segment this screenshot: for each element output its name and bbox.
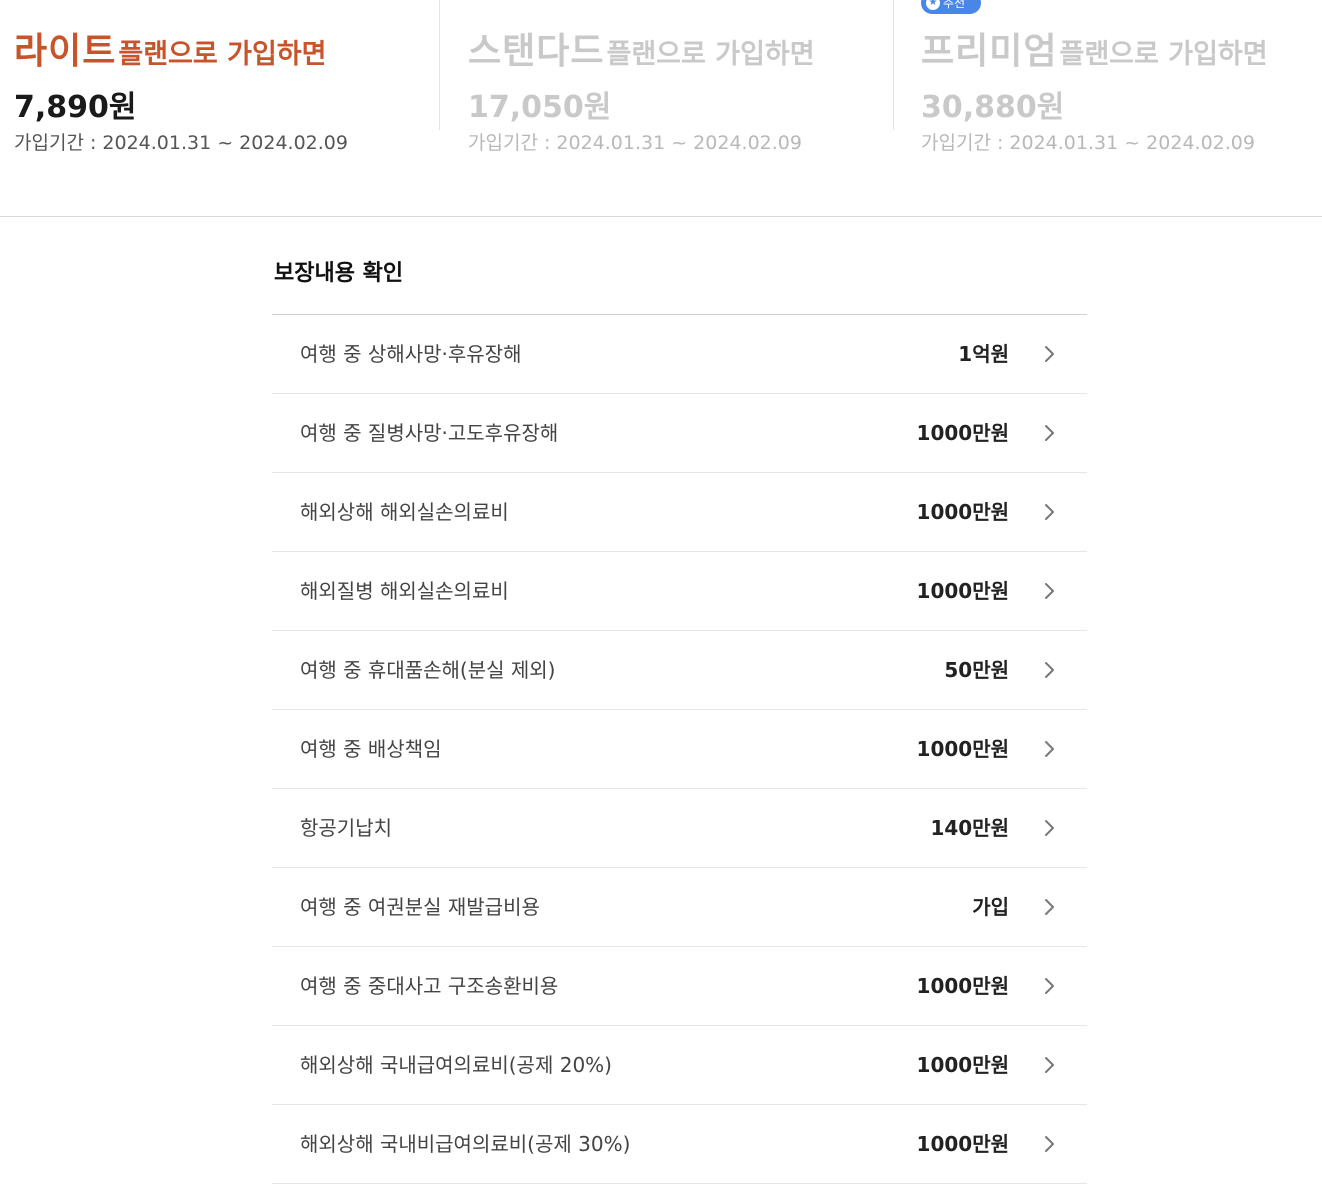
coverage-amount: 1000만원 [916,1132,1009,1156]
coverage-row[interactable]: 해외질병 해외실손의료비 1000만원 [272,552,1087,631]
coverage-label: 해외상해 해외실손의료비 [300,500,509,524]
plan-name: 스탠다드 [468,31,605,72]
coverage-label: 여행 중 질병사망·고도후유장해 [300,421,559,445]
coverage-row[interactable]: 여행 중 여권분실 재발급비용 가입 [272,868,1087,947]
chevron-right-icon [1045,662,1054,678]
plan-period: 가입기간 : 2024.01.31 ~ 2024.02.09 [468,132,802,154]
coverage-amount: 140만원 [930,816,1009,840]
plan-premium[interactable]: ★ 추천 프리미엄플랜으로 가입하면 30,880원 가입기간 : 2024.01… [921,0,1321,154]
coverage-amount: 1000만원 [916,974,1009,998]
coverage-row[interactable]: 여행 중 중대사고 구조송환비용 1000만원 [272,947,1087,1026]
chevron-right-icon [1045,1057,1054,1073]
coverage-list: 여행 중 상해사망·후유장해 1억원 여행 중 질병사망·고도후유장해 1000만원 해… [272,314,1087,1184]
plan-suffix: 플랜으로 가입하면 [606,39,815,70]
coverage-row[interactable]: 해외상해 국내비급여의료비(공제 30%) 1000만원 [272,1105,1087,1184]
plan-lite-heading: 라이트플랜으로 가입하면 [14,22,327,74]
coverage-label: 해외질병 해외실손의료비 [300,579,509,603]
plan-suffix: 플랜으로 가입하면 [118,39,327,70]
chevron-right-icon [1045,820,1054,836]
plan-standard[interactable]: 스탠다드플랜으로 가입하면 17,050원 가입기간 : 2024.01.31 … [468,0,888,154]
plan-lite[interactable]: 라이트플랜으로 가입하면 7,890원 가입기간 : 2024.01.31 ~ … [14,0,434,154]
chevron-right-icon [1045,899,1054,915]
plan-selector: 라이트플랜으로 가입하면 7,890원 가입기간 : 2024.01.31 ~ … [0,0,1322,217]
chevron-right-icon [1045,1136,1054,1152]
coverage-label: 항공기납치 [300,816,392,840]
coverage-row[interactable]: 여행 중 상해사망·후유장해 1억원 [272,315,1087,394]
coverage-amount: 1000만원 [916,1053,1009,1077]
chevron-right-icon [1045,978,1054,994]
coverage-row[interactable]: 해외상해 국내급여의료비(공제 20%) 1000만원 [272,1026,1087,1105]
plan-divider [893,0,894,130]
coverage-amount: 1000만원 [916,579,1009,603]
chevron-right-icon [1045,504,1054,520]
chevron-right-icon [1045,425,1054,441]
coverage-row[interactable]: 여행 중 질병사망·고도후유장해 1000만원 [272,394,1087,473]
plan-suffix: 플랜으로 가입하면 [1059,39,1268,70]
coverage-amount: 1억원 [958,342,1009,366]
coverage-row[interactable]: 여행 중 휴대품손해(분실 제외) 50만원 [272,631,1087,710]
coverage-label: 여행 중 여권분실 재발급비용 [300,895,540,919]
plan-price: 7,890원 [14,90,137,125]
coverage-label: 여행 중 휴대품손해(분실 제외) [300,658,556,682]
coverage-label: 해외상해 국내비급여의료비(공제 30%) [300,1132,631,1156]
section-title: 보장내용 확인 [274,261,404,286]
chevron-right-icon [1045,741,1054,757]
coverage-amount: 1000만원 [916,500,1009,524]
plan-price: 17,050원 [468,90,612,125]
coverage-label: 여행 중 상해사망·후유장해 [300,342,522,366]
coverage-label: 여행 중 중대사고 구조송환비용 [300,974,559,998]
plan-name: 라이트 [14,31,117,72]
chevron-right-icon [1045,346,1054,362]
plan-period: 가입기간 : 2024.01.31 ~ 2024.02.09 [921,132,1255,154]
plan-period: 가입기간 : 2024.01.31 ~ 2024.02.09 [14,132,348,154]
coverage-label: 해외상해 국내급여의료비(공제 20%) [300,1053,612,1077]
recommended-badge: ★ 추천 [921,0,981,14]
coverage-row[interactable]: 해외상해 해외실손의료비 1000만원 [272,473,1087,552]
coverage-label: 여행 중 배상책임 [300,737,442,761]
coverage-amount: 1000만원 [916,421,1009,445]
plan-premium-heading: 프리미엄플랜으로 가입하면 [921,22,1268,74]
coverage-row[interactable]: 항공기납치 140만원 [272,789,1087,868]
coverage-row[interactable]: 여행 중 배상책임 1000만원 [272,710,1087,789]
chevron-right-icon [1045,583,1054,599]
star-icon: ★ [926,0,940,10]
plan-divider [439,0,440,130]
coverage-amount: 50만원 [944,658,1009,682]
plan-name: 프리미엄 [921,31,1058,72]
coverage-amount: 1000만원 [916,737,1009,761]
coverage-amount: 가입 [972,895,1009,919]
plan-price: 30,880원 [921,90,1065,125]
plan-standard-heading: 스탠다드플랜으로 가입하면 [468,22,815,74]
badge-label: 추천 [943,0,966,10]
